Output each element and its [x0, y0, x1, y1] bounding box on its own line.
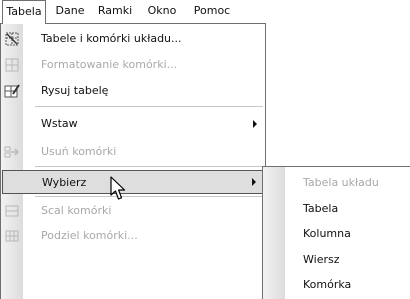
- menu-ramki-label: Ramki: [97, 4, 133, 17]
- menu-item-merge-cells[interactable]: Scal komórki: [1, 199, 265, 223]
- format-cell-icon: [4, 57, 20, 73]
- menu-tabela-label: Tabela: [6, 5, 42, 18]
- menu-ramki[interactable]: Ramki: [92, 0, 138, 22]
- menu-dane[interactable]: Dane: [50, 0, 90, 22]
- menu-item-label: Rysuj tabelę: [41, 84, 109, 97]
- menu-okno-label: Okno: [147, 4, 177, 17]
- submenu-item-wiersz[interactable]: Wiersz: [263, 248, 409, 272]
- mouse-pointer-icon: [110, 176, 128, 202]
- menu-pomoc[interactable]: Pomoc: [186, 0, 238, 22]
- submenu-item-label: Tabela: [303, 202, 339, 215]
- menu-item-delete-cells[interactable]: Usuń komórki: [1, 140, 265, 164]
- submenu-arrow-icon: [253, 120, 257, 128]
- tabela-dropdown-menu: Tabele i komórki układu... Formatowanie …: [0, 23, 266, 299]
- menu-item-wybierz[interactable]: Wybierz: [2, 170, 264, 194]
- menubar: Tabela Dane Ramki Okno Pomoc: [0, 0, 410, 24]
- menu-item-draw-table[interactable]: Rysuj tabelę: [1, 79, 265, 103]
- menu-item-label: Usuń komórki: [41, 145, 117, 158]
- draw-table-icon: [4, 83, 20, 99]
- menu-pomoc-label: Pomoc: [193, 4, 231, 17]
- submenu-item-label: Tabela układu: [303, 176, 379, 189]
- menu-item-split-cells[interactable]: Podziel komórki...: [1, 224, 265, 248]
- menu-dane-label: Dane: [55, 4, 85, 17]
- wybierz-submenu: Tabela układu Tabela Kolumna Wiersz Komó…: [262, 166, 410, 299]
- menu-item-label: Wstaw: [41, 117, 78, 130]
- submenu-item-tabela-ukladu[interactable]: Tabela układu: [263, 171, 409, 195]
- submenu-item-label: Komórka: [303, 278, 352, 291]
- menu-okno[interactable]: Okno: [140, 0, 184, 22]
- merge-cells-icon: [4, 203, 20, 219]
- submenu-item-tabela[interactable]: Tabela: [263, 197, 409, 221]
- menu-item-label: Formatowanie komórki...: [41, 58, 178, 71]
- menu-item-format-cell[interactable]: Formatowanie komórki...: [1, 53, 265, 77]
- menu-item-wstaw[interactable]: Wstaw: [1, 112, 265, 136]
- menu-item-label: Tabele i komórki układu...: [41, 32, 182, 45]
- menu-separator: [35, 166, 263, 167]
- submenu-item-kolumna[interactable]: Kolumna: [263, 222, 409, 246]
- submenu-item-komorka[interactable]: Komórka: [263, 273, 409, 297]
- split-cells-icon: [4, 228, 20, 244]
- menu-tabela[interactable]: Tabela: [2, 0, 46, 24]
- menu-item-label: Wybierz: [42, 176, 87, 189]
- menu-item-label: Podziel komórki...: [41, 229, 138, 242]
- delete-cells-icon: [4, 144, 20, 160]
- submenu-item-label: Kolumna: [303, 227, 351, 240]
- menu-item-label: Scal komórki: [41, 204, 112, 217]
- layout-table-cells-icon: [4, 31, 20, 47]
- submenu-item-label: Wiersz: [303, 253, 340, 266]
- menu-item-layout-table-cells[interactable]: Tabele i komórki układu...: [1, 27, 265, 51]
- submenu-arrow-icon: [252, 178, 256, 186]
- menu-separator: [35, 106, 263, 107]
- menu-separator: [35, 196, 263, 197]
